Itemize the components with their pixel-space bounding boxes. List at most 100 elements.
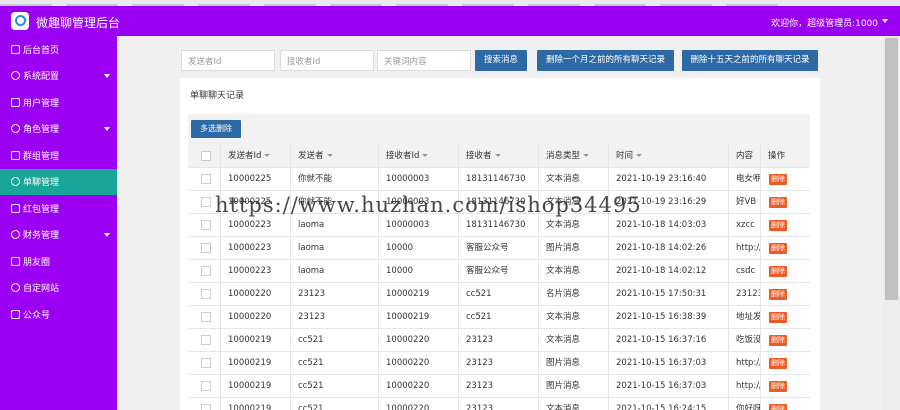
sidebar-item-6[interactable]: 红包管理 xyxy=(0,195,117,222)
sidebar-item-9[interactable]: 自定网站 xyxy=(0,275,117,302)
table-cell: 好VB xyxy=(728,191,760,214)
sidebar-item-2[interactable]: 用户管理 xyxy=(0,89,117,116)
scrollbar-thumb[interactable] xyxy=(885,38,898,300)
column-header[interactable]: 消息类型 xyxy=(538,145,608,168)
column-header[interactable]: 发送者Id xyxy=(220,145,290,168)
table-cell: 10000220 xyxy=(378,352,458,375)
chat-records-panel: 单聊聊天记录 多选删除 发送者Id 发送者 接收者Id 接收者 消息类型 时间 内容 操作 10… xyxy=(180,78,820,410)
table-cell: 10000223 xyxy=(220,260,290,283)
table-cell: 10000220 xyxy=(378,375,458,398)
sidebar-item-1[interactable]: 系统配置 xyxy=(0,63,117,90)
sidebar-item-5[interactable]: 单聊管理 xyxy=(0,168,117,195)
app-logo-icon xyxy=(11,12,29,30)
delete-row-button[interactable]: 删除 xyxy=(769,289,787,300)
sidebar-item-7[interactable]: 财务管理 xyxy=(0,222,117,249)
table-cell: 客服公众号 xyxy=(458,237,538,260)
row-checkbox[interactable] xyxy=(201,220,211,230)
user-menu[interactable]: 欢迎你，超级管理员:1000 xyxy=(771,16,878,29)
sidebar-item-4[interactable]: 群组管理 xyxy=(0,142,117,169)
table-cell: 10000219 xyxy=(378,283,458,306)
delete-row-button[interactable]: 删除 xyxy=(769,404,787,410)
sort-icon[interactable] xyxy=(326,154,333,157)
sidebar-item-8[interactable]: 朋友圈 xyxy=(0,248,117,275)
sidebar-item-label: 红包管理 xyxy=(23,204,60,215)
sidebar-item-3[interactable]: 角色管理 xyxy=(0,116,117,143)
row-checkbox[interactable] xyxy=(201,312,211,322)
column-header-label: 接收者 xyxy=(466,151,492,161)
table-cell: laoma xyxy=(290,214,378,237)
row-checkbox[interactable] xyxy=(201,381,211,391)
delete-row-button[interactable]: 删除 xyxy=(769,358,787,369)
table-cell: 18131146730 xyxy=(458,214,538,237)
delete-15days-old-button[interactable]: 删除十五天之前的所有聊天记录 xyxy=(682,50,818,71)
user-icon xyxy=(11,97,20,107)
delete-row-button[interactable]: 删除 xyxy=(769,381,787,392)
table-cell: 10000003 xyxy=(378,214,458,237)
table-cell: 10000219 xyxy=(220,352,290,375)
row-checkbox[interactable] xyxy=(201,335,211,345)
table-header: 发送者Id 发送者 接收者Id 接收者 消息类型 时间 内容 操作 xyxy=(188,145,810,168)
chevron-down-icon xyxy=(104,126,110,131)
table-cell: 文本消息 xyxy=(538,329,608,352)
table-cell: 10000220 xyxy=(378,329,458,352)
row-checkbox[interactable] xyxy=(201,358,211,368)
row-checkbox[interactable] xyxy=(201,174,211,184)
row-checkbox[interactable] xyxy=(201,289,211,299)
table-cell: 10000220 xyxy=(378,398,458,410)
table-cell: csdc xyxy=(728,260,760,283)
row-checkbox[interactable] xyxy=(201,197,211,207)
sort-icon[interactable] xyxy=(494,154,501,157)
sort-icon[interactable] xyxy=(636,154,643,157)
column-header-label: 时间 xyxy=(616,151,634,161)
table-cell: cc521 xyxy=(458,306,538,329)
sort-icon[interactable] xyxy=(583,154,590,157)
table-cell: http:// xyxy=(728,375,760,398)
delete-row-button[interactable]: 删除 xyxy=(769,266,787,277)
column-header[interactable]: 接收者Id xyxy=(378,145,458,168)
top-header: 微趣聊管理后台 欢迎你，超级管理员:1000 xyxy=(0,6,900,36)
table-cell: 图片消息 xyxy=(538,375,608,398)
column-header[interactable]: 接收者 xyxy=(458,145,538,168)
sidebar-item-0[interactable]: 后台首页 xyxy=(0,36,117,63)
column-header[interactable]: 发送者 xyxy=(290,145,378,168)
row-checkbox[interactable] xyxy=(201,266,211,276)
keyword-input[interactable]: 关键词内容 xyxy=(377,50,471,71)
delete-row-button[interactable]: 删除 xyxy=(769,174,787,185)
sidebar-item-label: 财务管理 xyxy=(23,231,60,242)
table-cell: 10000 xyxy=(378,237,458,260)
watermark: https://www.huzhan.com/ishop34495 xyxy=(215,193,642,217)
sort-icon[interactable] xyxy=(264,154,271,157)
table-row: 10000225 你就不能 10000003 18131146730 文本消息 2021-… xyxy=(188,168,810,191)
table-cell: 文本消息 xyxy=(538,398,608,410)
sort-icon[interactable] xyxy=(422,154,429,157)
delete-row-button[interactable]: 删除 xyxy=(769,197,787,208)
sidebar-item-label: 自定网站 xyxy=(23,284,60,295)
select-all-checkbox[interactable] xyxy=(201,151,211,161)
page-scrollbar[interactable] xyxy=(883,36,900,410)
multi-delete-button[interactable]: 多选删除 xyxy=(191,120,241,138)
table-cell: 23123 xyxy=(458,375,538,398)
panel-title: 单聊聊天记录 xyxy=(190,91,245,101)
sender-id-input[interactable]: 发送者Id xyxy=(181,50,275,71)
delete-month-old-button[interactable]: 删除一个月之前的所有聊天记录 xyxy=(537,50,674,71)
search-messages-button[interactable]: 搜索消息 xyxy=(475,50,527,71)
delete-row-button[interactable]: 删除 xyxy=(769,312,787,323)
column-header[interactable]: 时间 xyxy=(608,145,728,168)
table-cell: 23123 xyxy=(458,329,538,352)
table-cell: 10000003 xyxy=(378,168,458,191)
group-icon xyxy=(11,150,20,160)
sidebar: 后台首页 系统配置 用户管理 角色管理 群组管理 单聊管理红包管理财务管理朋友圈自定网站公… xyxy=(0,36,117,410)
table-cell: 2021-10-18 14:03:03 xyxy=(608,214,728,237)
table-cell: cc521 xyxy=(290,352,378,375)
receiver-id-input[interactable]: 接收者Id xyxy=(280,50,374,71)
column-header-label: 操作 xyxy=(768,151,786,161)
delete-row-button[interactable]: 删除 xyxy=(769,243,787,254)
delete-row-button[interactable]: 删除 xyxy=(769,335,787,346)
sidebar-item-10[interactable]: 公众号 xyxy=(0,301,117,328)
table-cell: 文本消息 xyxy=(538,214,608,237)
chevron-down-icon[interactable] xyxy=(882,19,888,23)
table-cell: 文本消息 xyxy=(538,260,608,283)
row-checkbox[interactable] xyxy=(201,243,211,253)
row-checkbox[interactable] xyxy=(201,404,211,410)
delete-row-button[interactable]: 删除 xyxy=(769,220,787,231)
